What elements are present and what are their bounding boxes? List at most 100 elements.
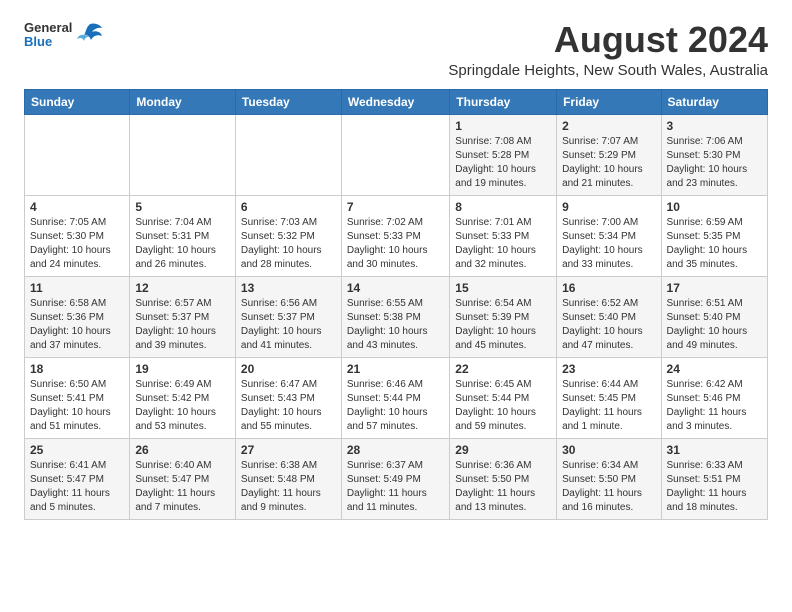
calendar-cell bbox=[130, 114, 236, 195]
calendar-week-row: 18 Sunrise: 6:50 AM Sunset: 5:41 PM Dayli… bbox=[25, 357, 768, 438]
day-info: Sunrise: 6:45 AM Sunset: 5:44 PM Dayligh… bbox=[455, 378, 551, 434]
calendar-cell: 22Sunrise: 6:45 AM Sunset: 5:44 PM Dayli… bbox=[450, 357, 557, 438]
day-number: 14 bbox=[347, 281, 444, 295]
calendar-cell: 13 Sunrise: 6:56 AM Sunset: 5:37 PM Dayli… bbox=[235, 276, 341, 357]
day-info: Sunrise: 7:04 AM Sunset: 5:31 PM Dayligh… bbox=[135, 216, 230, 272]
day-number: 30 bbox=[562, 443, 655, 457]
day-number: 12 bbox=[135, 281, 230, 295]
day-of-week-header: Saturday bbox=[661, 89, 767, 114]
calendar-cell: 2Sunrise: 7:07 AM Sunset: 5:29 PM Daylig… bbox=[557, 114, 661, 195]
day-number: 24 bbox=[667, 362, 762, 376]
day-info: Sunrise: 6:57 AM Sunset: 5:37 PM Dayligh… bbox=[135, 297, 230, 353]
calendar-week-row: 11 Sunrise: 6:58 AM Sunset: 5:36 PM Dayli… bbox=[25, 276, 768, 357]
calendar-cell: 28 Sunrise: 6:37 AM Sunset: 5:49 PM Dayli… bbox=[341, 438, 449, 519]
day-of-week-header: Sunday bbox=[25, 89, 130, 114]
day-header-row: SundayMondayTuesdayWednesdayThursdayFrid… bbox=[25, 89, 768, 114]
calendar-cell: 21Sunrise: 6:46 AM Sunset: 5:44 PM Dayli… bbox=[341, 357, 449, 438]
calendar-cell: 23 Sunrise: 6:44 AM Sunset: 5:45 PM Dayli… bbox=[557, 357, 661, 438]
day-number: 7 bbox=[347, 200, 444, 214]
day-info: Sunrise: 6:55 AM Sunset: 5:38 PM Dayligh… bbox=[347, 297, 444, 353]
subtitle: Springdale Heights, New South Wales, Aus… bbox=[448, 62, 768, 79]
day-info: Sunrise: 6:50 AM Sunset: 5:41 PM Dayligh… bbox=[30, 378, 124, 434]
day-number: 19 bbox=[135, 362, 230, 376]
calendar-cell bbox=[235, 114, 341, 195]
calendar-week-row: 25 Sunrise: 6:41 AM Sunset: 5:47 PM Dayli… bbox=[25, 438, 768, 519]
logo-general: General bbox=[24, 21, 72, 35]
day-info: Sunrise: 7:02 AM Sunset: 5:33 PM Dayligh… bbox=[347, 216, 444, 272]
day-number: 25 bbox=[30, 443, 124, 457]
calendar-cell: 7 Sunrise: 7:02 AM Sunset: 5:33 PM Daylig… bbox=[341, 195, 449, 276]
calendar-cell: 8 Sunrise: 7:01 AM Sunset: 5:33 PM Daylig… bbox=[450, 195, 557, 276]
day-number: 3 bbox=[667, 119, 762, 133]
day-number: 6 bbox=[241, 200, 336, 214]
day-number: 8 bbox=[455, 200, 551, 214]
calendar-cell: 27 Sunrise: 6:38 AM Sunset: 5:48 PM Dayli… bbox=[235, 438, 341, 519]
day-number: 9 bbox=[562, 200, 655, 214]
day-info: Sunrise: 7:03 AM Sunset: 5:32 PM Dayligh… bbox=[241, 216, 336, 272]
day-of-week-header: Friday bbox=[557, 89, 661, 114]
day-info: Sunrise: 6:37 AM Sunset: 5:49 PM Dayligh… bbox=[347, 459, 444, 515]
day-number: 26 bbox=[135, 443, 230, 457]
calendar-cell: 10Sunrise: 6:59 AM Sunset: 5:35 PM Dayli… bbox=[661, 195, 767, 276]
calendar-cell: 20Sunrise: 6:47 AM Sunset: 5:43 PM Dayli… bbox=[235, 357, 341, 438]
day-number: 5 bbox=[135, 200, 230, 214]
day-info: Sunrise: 6:36 AM Sunset: 5:50 PM Dayligh… bbox=[455, 459, 551, 515]
day-info: Sunrise: 6:46 AM Sunset: 5:44 PM Dayligh… bbox=[347, 378, 444, 434]
calendar-cell: 29 Sunrise: 6:36 AM Sunset: 5:50 PM Dayli… bbox=[450, 438, 557, 519]
calendar-cell: 25 Sunrise: 6:41 AM Sunset: 5:47 PM Dayli… bbox=[25, 438, 130, 519]
day-info: Sunrise: 6:58 AM Sunset: 5:36 PM Dayligh… bbox=[30, 297, 124, 353]
day-info: Sunrise: 7:00 AM Sunset: 5:34 PM Dayligh… bbox=[562, 216, 655, 272]
day-info: Sunrise: 7:08 AM Sunset: 5:28 PM Dayligh… bbox=[455, 135, 551, 191]
calendar-cell: 1Sunrise: 7:08 AM Sunset: 5:28 PM Daylig… bbox=[450, 114, 557, 195]
calendar-cell: 26 Sunrise: 6:40 AM Sunset: 5:47 PM Dayli… bbox=[130, 438, 236, 519]
day-info: Sunrise: 7:01 AM Sunset: 5:33 PM Dayligh… bbox=[455, 216, 551, 272]
day-info: Sunrise: 7:05 AM Sunset: 5:30 PM Dayligh… bbox=[30, 216, 124, 272]
day-info: Sunrise: 7:06 AM Sunset: 5:30 PM Dayligh… bbox=[667, 135, 762, 191]
calendar-cell: 14 Sunrise: 6:55 AM Sunset: 5:38 PM Dayli… bbox=[341, 276, 449, 357]
day-number: 18 bbox=[30, 362, 124, 376]
logo-bird-icon bbox=[74, 20, 104, 50]
day-number: 27 bbox=[241, 443, 336, 457]
day-number: 11 bbox=[30, 281, 124, 295]
day-info: Sunrise: 6:41 AM Sunset: 5:47 PM Dayligh… bbox=[30, 459, 124, 515]
calendar-cell: 18 Sunrise: 6:50 AM Sunset: 5:41 PM Dayli… bbox=[25, 357, 130, 438]
day-info: Sunrise: 6:40 AM Sunset: 5:47 PM Dayligh… bbox=[135, 459, 230, 515]
day-info: Sunrise: 6:42 AM Sunset: 5:46 PM Dayligh… bbox=[667, 378, 762, 434]
day-of-week-header: Monday bbox=[130, 89, 236, 114]
day-info: Sunrise: 6:38 AM Sunset: 5:48 PM Dayligh… bbox=[241, 459, 336, 515]
day-number: 10 bbox=[667, 200, 762, 214]
logo: General Blue bbox=[24, 20, 104, 50]
day-number: 4 bbox=[30, 200, 124, 214]
day-number: 23 bbox=[562, 362, 655, 376]
day-info: Sunrise: 6:33 AM Sunset: 5:51 PM Dayligh… bbox=[667, 459, 762, 515]
day-number: 17 bbox=[667, 281, 762, 295]
day-number: 28 bbox=[347, 443, 444, 457]
day-info: Sunrise: 6:52 AM Sunset: 5:40 PM Dayligh… bbox=[562, 297, 655, 353]
calendar-cell: 6 Sunrise: 7:03 AM Sunset: 5:32 PM Daylig… bbox=[235, 195, 341, 276]
calendar-cell: 5 Sunrise: 7:04 AM Sunset: 5:31 PM Daylig… bbox=[130, 195, 236, 276]
calendar-cell: 11 Sunrise: 6:58 AM Sunset: 5:36 PM Dayli… bbox=[25, 276, 130, 357]
day-number: 29 bbox=[455, 443, 551, 457]
calendar-cell bbox=[341, 114, 449, 195]
calendar-cell: 12 Sunrise: 6:57 AM Sunset: 5:37 PM Dayli… bbox=[130, 276, 236, 357]
calendar-cell bbox=[25, 114, 130, 195]
day-number: 31 bbox=[667, 443, 762, 457]
day-info: Sunrise: 6:44 AM Sunset: 5:45 PM Dayligh… bbox=[562, 378, 655, 434]
main-title: August 2024 bbox=[448, 20, 768, 60]
calendar-cell: 16Sunrise: 6:52 AM Sunset: 5:40 PM Dayli… bbox=[557, 276, 661, 357]
calendar-header: SundayMondayTuesdayWednesdayThursdayFrid… bbox=[25, 89, 768, 114]
day-number: 20 bbox=[241, 362, 336, 376]
calendar-cell: 9 Sunrise: 7:00 AM Sunset: 5:34 PM Daylig… bbox=[557, 195, 661, 276]
day-info: Sunrise: 7:07 AM Sunset: 5:29 PM Dayligh… bbox=[562, 135, 655, 191]
logo-text: General Blue bbox=[24, 21, 72, 50]
day-of-week-header: Wednesday bbox=[341, 89, 449, 114]
calendar-cell: 30Sunrise: 6:34 AM Sunset: 5:50 PM Dayli… bbox=[557, 438, 661, 519]
day-number: 15 bbox=[455, 281, 551, 295]
calendar-cell: 17Sunrise: 6:51 AM Sunset: 5:40 PM Dayli… bbox=[661, 276, 767, 357]
title-block: August 2024 Springdale Heights, New Sout… bbox=[448, 20, 768, 79]
calendar-body: 1Sunrise: 7:08 AM Sunset: 5:28 PM Daylig… bbox=[25, 114, 768, 519]
day-info: Sunrise: 6:56 AM Sunset: 5:37 PM Dayligh… bbox=[241, 297, 336, 353]
day-number: 13 bbox=[241, 281, 336, 295]
day-info: Sunrise: 6:54 AM Sunset: 5:39 PM Dayligh… bbox=[455, 297, 551, 353]
day-of-week-header: Tuesday bbox=[235, 89, 341, 114]
